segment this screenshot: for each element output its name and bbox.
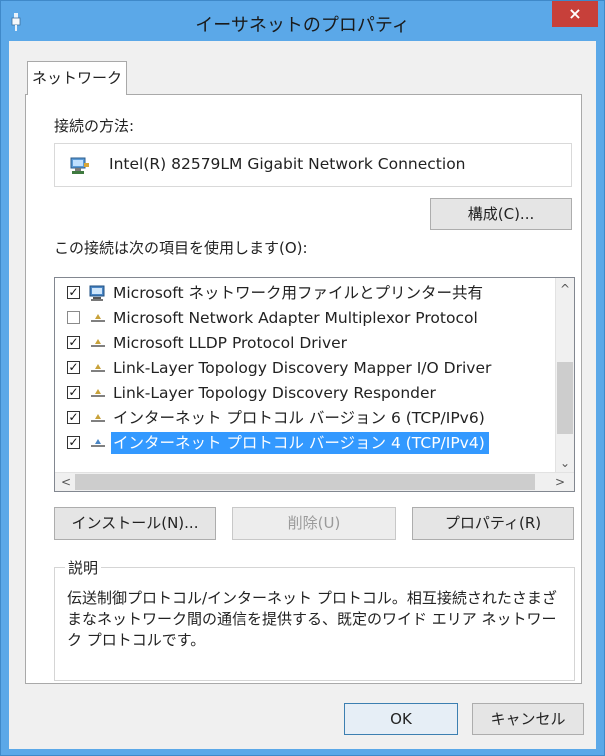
checkbox[interactable]: ✓ [67, 411, 80, 424]
tab-panel: 接続の方法: Intel(R) 82579LM Gigabit Network … [25, 94, 582, 684]
checkbox[interactable]: ✓ [67, 386, 80, 399]
checkbox[interactable]: ✓ [67, 361, 80, 374]
scroll-right-icon[interactable]: > [555, 475, 565, 489]
protocol-icon [91, 339, 105, 347]
tab-network[interactable]: ネットワーク [27, 61, 127, 95]
adapter-box: Intel(R) 82579LM Gigabit Network Connect… [54, 143, 572, 187]
scroll-up-icon[interactable]: ^ [560, 282, 570, 296]
checkbox[interactable] [67, 311, 80, 324]
items-listbox[interactable]: ✓ Microsoft ネットワーク用ファイルとプリンター共有 Microsof… [54, 277, 575, 492]
uninstall-button[interactable]: 削除(U) [232, 507, 396, 540]
scroll-down-icon[interactable]: ⌄ [560, 456, 570, 470]
protocol-icon [91, 414, 105, 422]
description-text: 伝送制御プロトコル/インターネット プロトコル。相互接続されたさまざまなネットワ… [67, 589, 557, 649]
checkbox[interactable]: ✓ [67, 436, 80, 449]
checkbox[interactable]: ✓ [67, 286, 80, 299]
item-label: インターネット プロトコル バージョン 4 (TCP/IPv4) [111, 432, 489, 454]
close-button[interactable]: × [552, 1, 598, 27]
item-label: Link-Layer Topology Discovery Responder [113, 384, 436, 402]
protocol-icon [91, 364, 105, 372]
item-label: Microsoft LLDP Protocol Driver [113, 334, 348, 352]
vertical-scrollbar[interactable]: ^ ⌄ [555, 278, 574, 473]
window-title: イーサネットのプロパティ [195, 15, 410, 36]
item-label: Link-Layer Topology Discovery Mapper I/O… [113, 359, 492, 377]
protocol-icon [91, 439, 105, 447]
checkbox[interactable]: ✓ [67, 336, 80, 349]
configure-button[interactable]: 構成(C)... [430, 198, 572, 230]
install-button[interactable]: インストール(N)... [54, 507, 216, 540]
properties-dialog: イーサネットのプロパティ × ネットワーク 接続の方法: Intel(R) 82… [0, 0, 605, 756]
protocol-icon [91, 389, 105, 397]
adapter-name: Intel(R) 82579LM Gigabit Network Connect… [109, 155, 466, 173]
scroll-left-icon[interactable]: < [61, 475, 71, 489]
protocol-icon [91, 314, 105, 322]
items-label: この接続は次の項目を使用します(O): [54, 239, 308, 257]
connect-using-label: 接続の方法: [54, 117, 135, 135]
title-bar[interactable]: イーサネットのプロパティ × [1, 1, 604, 41]
properties-button[interactable]: プロパティ(R) [412, 507, 574, 540]
ok-button[interactable]: OK [344, 703, 458, 735]
item-label: Microsoft Network Adapter Multiplexor Pr… [113, 309, 478, 327]
item-label: Microsoft ネットワーク用ファイルとプリンター共有 [113, 284, 483, 302]
description-group: 説明 伝送制御プロトコル/インターネット プロトコル。相互接続されたさまざまなネ… [54, 557, 575, 681]
vertical-scroll-thumb[interactable] [557, 362, 573, 434]
description-title: 説明 [65, 557, 102, 578]
item-label: インターネット プロトコル バージョン 6 (TCP/IPv6) [113, 409, 485, 427]
cancel-button[interactable]: キャンセル [472, 703, 584, 735]
network-adapter-icon [70, 157, 89, 174]
horizontal-scroll-thumb[interactable] [75, 474, 535, 490]
horizontal-scrollbar[interactable]: < > [55, 472, 574, 491]
dialog-body: ネットワーク 接続の方法: Intel(R) 82579LM Gigabit N… [9, 41, 596, 749]
network-client-icon [89, 285, 105, 301]
